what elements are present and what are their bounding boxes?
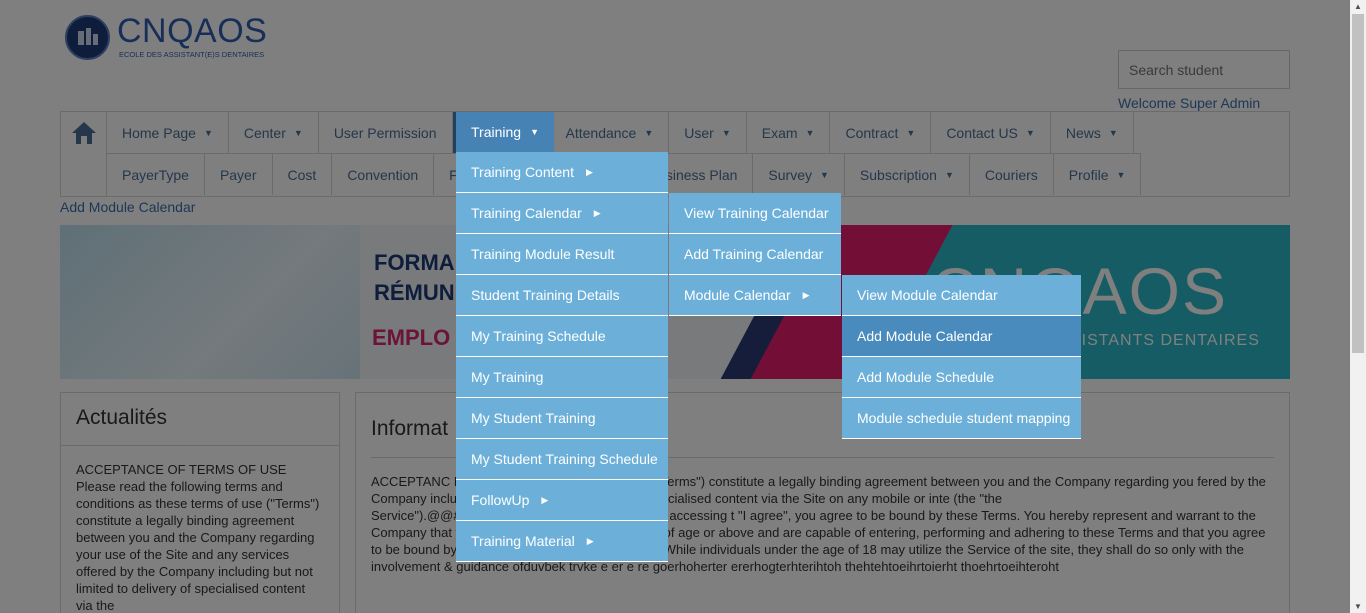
- menu-item-add-module-schedule[interactable]: Add Module Schedule: [842, 357, 1081, 398]
- menu-item-label: My Training: [471, 369, 544, 385]
- module-calendar-submenu: View Module Calendar Add Module Calendar A…: [842, 275, 1081, 439]
- menu-item-label: FollowUp: [471, 492, 530, 508]
- chevron-right-icon: ▶: [593, 207, 601, 218]
- menu-item-label: Training Material: [471, 533, 575, 549]
- menu-item-label: Student Training Details: [471, 287, 620, 303]
- menu-item-label: View Training Calendar: [684, 205, 829, 221]
- menu-item-my-student-training[interactable]: My Student Training: [456, 398, 668, 439]
- menu-item-label: Training Module Result: [471, 246, 615, 262]
- chevron-right-icon: ▶: [586, 535, 594, 546]
- menu-item-module-schedule-student-mapping[interactable]: Module schedule student mapping: [842, 398, 1081, 439]
- menu-item-add-training-calendar[interactable]: Add Training Calendar: [669, 234, 841, 275]
- nav-training-label: Training: [471, 124, 522, 140]
- menu-item-view-training-calendar[interactable]: View Training Calendar: [669, 193, 841, 234]
- training-dropdown: Training Content ▶ Training Calendar ▶ Train…: [456, 152, 668, 562]
- nav-training-open[interactable]: Training ▼: [456, 112, 554, 152]
- menu-item-label: Add Module Schedule: [857, 369, 994, 385]
- menu-item-my-training[interactable]: My Training: [456, 357, 668, 398]
- menu-item-training-calendar[interactable]: Training Calendar ▶: [456, 193, 668, 234]
- chevron-right-icon: ▶: [802, 289, 810, 300]
- chevron-right-icon: ▶: [585, 166, 593, 177]
- menu-item-label: Add Training Calendar: [684, 246, 824, 262]
- menu-item-add-module-calendar[interactable]: Add Module Calendar: [842, 316, 1081, 357]
- menu-item-student-training-details[interactable]: Student Training Details: [456, 275, 668, 316]
- menu-item-label: My Student Training: [471, 410, 596, 426]
- training-calendar-submenu: View Training Calendar Add Training Calen…: [669, 193, 841, 316]
- menu-item-label: View Module Calendar: [857, 287, 998, 303]
- menu-item-label: Module schedule student mapping: [857, 410, 1071, 426]
- menu-item-my-training-schedule[interactable]: My Training Schedule: [456, 316, 668, 357]
- menu-item-label: My Training Schedule: [471, 328, 606, 344]
- menu-item-label: Add Module Calendar: [857, 328, 993, 344]
- menu-item-module-calendar[interactable]: Module Calendar ▶: [669, 275, 841, 316]
- chevron-right-icon: ▶: [541, 494, 549, 505]
- scrollbar-thumb[interactable]: [1352, 14, 1364, 353]
- scroll-up-icon[interactable]: ▲: [1354, 2, 1362, 11]
- menu-item-followup[interactable]: FollowUp ▶: [456, 480, 668, 521]
- menu-item-label: Training Calendar: [471, 205, 582, 221]
- page-scrollbar[interactable]: ▲ ▼: [1350, 0, 1366, 613]
- menu-item-training-material[interactable]: Training Material ▶: [456, 521, 668, 562]
- menu-item-training-module-result[interactable]: Training Module Result: [456, 234, 668, 275]
- menu-item-my-student-training-schedule[interactable]: My Student Training Schedule: [456, 439, 668, 480]
- caret-down-icon: ▼: [530, 127, 539, 137]
- menu-item-training-content[interactable]: Training Content ▶: [456, 152, 668, 193]
- menu-item-view-module-calendar[interactable]: View Module Calendar: [842, 275, 1081, 316]
- scroll-down-icon[interactable]: ▼: [1354, 602, 1362, 611]
- menu-item-label: Training Content: [471, 164, 574, 180]
- menu-item-label: Module Calendar: [684, 287, 791, 303]
- menu-item-label: My Student Training Schedule: [471, 451, 658, 467]
